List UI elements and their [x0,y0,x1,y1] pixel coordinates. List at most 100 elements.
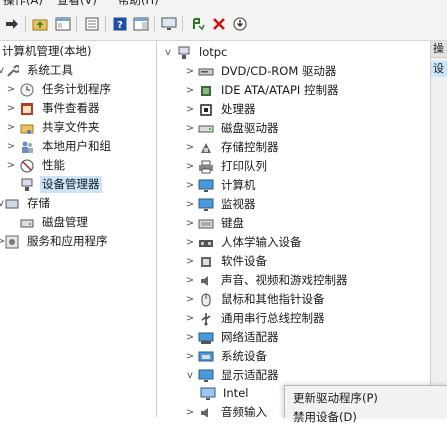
tree-label: 音频输入 [221,405,267,417]
chevron-right-icon[interactable]: > [185,403,195,417]
device-category[interactable]: > 网络适配器 [185,328,281,347]
disk-mgmt-icon [19,215,35,231]
system-icon [198,349,214,365]
device-category[interactable]: > 通用串行总线控制器 [185,309,327,328]
device-category[interactable]: v 显示适配器 [185,366,281,385]
tree-item-computer-management[interactable]: 计算机管理(本地) [0,42,93,61]
tree-label: 人体学输入设备 [221,235,302,249]
chevron-right-icon[interactable]: > [185,347,195,366]
performance-icon [19,158,35,174]
disable-device-icon[interactable] [232,16,248,32]
up-folder-icon[interactable] [32,16,48,32]
tree-item-local-users[interactable]: > 本地用户和组 [6,137,113,156]
tree-label: 存储控制器 [221,140,279,154]
tree-arrow [6,175,16,194]
chevron-right-icon[interactable]: > [6,80,16,99]
device-manager-icon [19,177,35,193]
tree-root-computer[interactable]: v lotpc [163,43,229,62]
device-category[interactable]: > IDE ATA/ATAPI 控制器 [185,81,340,100]
menu-view[interactable]: 查看(V) [57,0,97,8]
menu-help[interactable]: 帮助(H) [118,0,159,8]
device-category[interactable]: > 打印队列 [185,157,269,176]
chevron-right-icon[interactable]: > [6,99,16,118]
context-menu: 更新驱动程序(P) 禁用设备(D) [284,385,447,424]
device-category[interactable]: > 人体学输入设备 [185,233,304,252]
tree-item-disk-management[interactable]: 磁盘管理 [6,213,90,232]
chevron-right-icon[interactable]: > [185,271,195,290]
show-action-pane-icon[interactable] [133,16,149,32]
display-icon [198,368,214,384]
chevron-right-icon[interactable]: > [185,195,195,214]
chevron-right-icon[interactable]: > [185,157,195,176]
chevron-right-icon[interactable]: > [185,328,195,347]
device-category[interactable]: > 鼠标和其他指针设备 [185,290,327,309]
storage-icon [4,196,20,212]
tree-label: IDE ATA/ATAPI 控制器 [221,83,339,97]
update-driver-icon[interactable] [190,16,206,32]
actions-header: 操 [431,41,447,58]
users-icon [19,139,35,155]
tree-label: 本地用户和组 [42,139,111,153]
chevron-right-icon[interactable]: > [185,214,195,233]
printer-icon [198,159,214,175]
tree-item-performance[interactable]: > 性能 [6,156,67,175]
chevron-right-icon[interactable]: > [185,119,195,138]
help-icon[interactable]: ? [112,16,128,32]
device-category[interactable]: > 处理器 [185,100,258,119]
toolbar-separator [105,16,106,32]
device-intel-display[interactable]: Intel [197,384,250,403]
tree-item-services-apps[interactable]: > 服务和应用程序 [0,232,110,251]
chevron-right-icon[interactable]: > [185,290,195,309]
tree-item-storage[interactable]: v 存储 [0,194,52,213]
device-category[interactable]: > 存储控制器 [185,138,281,157]
show-console-tree-icon[interactable] [55,16,71,32]
processor-icon [198,102,214,118]
chevron-right-icon[interactable]: > [185,81,195,100]
forward-icon[interactable] [4,16,20,32]
usb-icon [198,311,214,327]
tree-label: 鼠标和其他指针设备 [221,292,325,306]
menu-action[interactable]: 操作(A) [3,0,43,8]
device-category[interactable]: > 监视器 [185,195,258,214]
device-category[interactable]: > 音频输入 [185,403,269,417]
tree-label: Intel [223,386,249,400]
console-tree: 计算机管理(本地) v 系统工具 > 任务计划程序 > 事件查看器 > 共享文件… [0,41,157,417]
scan-hardware-icon[interactable] [161,16,177,32]
device-category[interactable]: > 键盘 [185,214,246,233]
uninstall-device-icon[interactable] [211,16,227,32]
chevron-right-icon[interactable]: > [185,309,195,328]
tree-label: 计算机 [221,178,256,192]
tree-item-device-manager[interactable]: 设备管理器 [6,175,102,194]
chevron-right-icon[interactable]: > [185,176,195,195]
chevron-right-icon[interactable]: > [185,100,195,119]
context-update-driver[interactable]: 更新驱动程序(P) [293,389,378,407]
tree-label: 计算机管理(本地) [2,44,92,58]
chevron-right-icon[interactable]: > [185,233,195,252]
chevron-right-icon[interactable]: > [6,156,16,175]
chevron-right-icon[interactable]: > [185,138,195,157]
device-category[interactable]: > 计算机 [185,176,258,195]
tree-label: 任务计划程序 [42,82,111,96]
device-category[interactable]: > 磁盘驱动器 [185,119,281,138]
chevron-right-icon[interactable]: > [185,252,195,271]
tree-item-event-viewer[interactable]: > 事件查看器 [6,99,102,118]
device-category[interactable]: > 软件设备 [185,252,269,271]
device-category[interactable]: > 声音、视频和游戏控制器 [185,271,350,290]
device-category[interactable]: > 系统设备 [185,347,269,366]
tree-item-system-tools[interactable]: v 系统工具 [0,61,75,80]
context-disable-device[interactable]: 禁用设备(D) [293,408,357,426]
properties-icon[interactable] [84,16,100,32]
tree-item-task-scheduler[interactable]: > 任务计划程序 [6,80,113,99]
tree-label: 网络适配器 [221,330,279,344]
services-icon [4,234,20,250]
tree-label: 事件查看器 [42,101,100,115]
actions-item[interactable]: 设 [431,61,447,77]
tree-label: 设备管理器 [40,176,102,193]
chevron-right-icon[interactable]: > [185,62,195,81]
tree-item-shared-folders[interactable]: > 共享文件夹 [6,118,102,137]
chevron-down-icon[interactable]: v [163,43,173,62]
chevron-right-icon[interactable]: > [6,118,16,137]
chevron-down-icon[interactable]: v [185,366,195,385]
device-category[interactable]: > DVD/CD-ROM 驱动器 [185,62,338,81]
chevron-right-icon[interactable]: > [6,137,16,156]
